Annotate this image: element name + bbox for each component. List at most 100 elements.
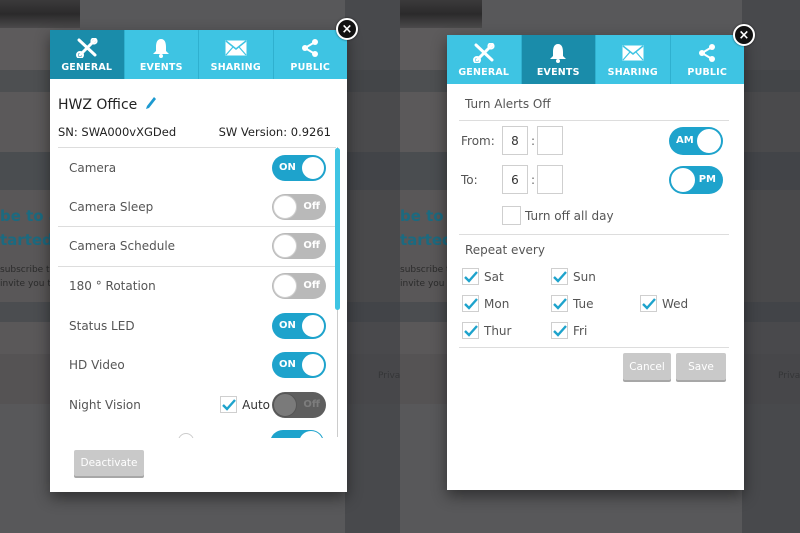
cancel-button[interactable]: Cancel — [623, 353, 671, 380]
subtext-line: invite you t — [400, 279, 451, 289]
toggle-text: Off — [303, 200, 320, 212]
day-label: Sun — [573, 269, 596, 284]
toggle-knob — [273, 194, 297, 219]
from-minute-input[interactable] — [537, 126, 563, 155]
day-checkbox[interactable] — [462, 295, 479, 312]
turn-alerts-off-title: Turn Alerts Off — [465, 97, 551, 111]
setting-row-partial — [58, 428, 336, 438]
tab-events[interactable]: EVENTS — [521, 35, 596, 84]
toggle-text: ON — [279, 161, 296, 173]
day-sun: Sun — [551, 268, 596, 285]
camera-schedule-toggle[interactable]: Off — [272, 233, 326, 260]
day-checkbox[interactable] — [551, 268, 568, 285]
from-label: From: — [461, 134, 495, 148]
software-version: SW Version: 0.9261 — [218, 125, 331, 139]
toggle-knob — [670, 167, 696, 193]
day-thur: Thur — [462, 322, 511, 339]
toggle-knob — [301, 313, 325, 338]
time-separator: : — [531, 173, 536, 187]
save-button[interactable]: Save — [676, 353, 726, 380]
rotation-toggle[interactable]: Off — [272, 273, 326, 300]
toggle-text: Off — [303, 240, 320, 252]
night-vision-auto-checkbox[interactable] — [220, 396, 238, 414]
day-label: Fri — [573, 323, 588, 338]
background-photo — [400, 0, 482, 28]
camera-toggle[interactable]: ON — [272, 154, 326, 181]
day-label: Thur — [484, 323, 512, 338]
toggle-text: AM — [676, 135, 694, 146]
to-hour-input[interactable]: 6 — [502, 165, 528, 194]
camera-settings-modal-general: × GENERAL EVENTS SHARING PUBLIC HWZ Offi… — [50, 18, 358, 492]
repeat-every-title: Repeat every — [465, 243, 545, 257]
subtext-line: subscribe t — [0, 265, 50, 275]
to-ampm-switch: PM — [669, 166, 723, 194]
tab-general[interactable]: GENERAL — [447, 35, 522, 84]
close-button[interactable]: × — [336, 18, 358, 40]
from-ampm-toggle[interactable]: AM — [669, 127, 723, 155]
tab-sharing[interactable]: SHARING — [596, 35, 671, 84]
toggle-knob — [301, 155, 325, 180]
setting-row-camera-schedule: Camera Schedule Off — [58, 227, 336, 267]
envelope-icon — [225, 37, 247, 59]
toggle-knob — [273, 234, 297, 259]
tab-general[interactable]: GENERAL — [50, 30, 125, 79]
day-sat: Sat — [462, 268, 504, 285]
tools-icon — [472, 42, 495, 64]
toggle-knob — [301, 353, 325, 378]
close-icon: × — [341, 21, 353, 37]
tab-label: SHARING — [210, 62, 261, 73]
subtext-line: invite you t — [0, 279, 51, 289]
to-minute-input[interactable] — [537, 165, 563, 194]
tab-sharing[interactable]: SHARING — [199, 30, 274, 79]
bell-icon — [152, 37, 170, 59]
day-checkbox[interactable] — [462, 322, 479, 339]
scrollbar-thumb[interactable] — [335, 148, 340, 310]
close-icon: × — [738, 27, 750, 43]
setting-row-night-vision: Night Vision Auto Off — [58, 385, 336, 425]
bg-shade — [345, 0, 400, 533]
camera-sleep-toggle[interactable]: Off — [272, 193, 326, 220]
background-photo — [0, 0, 80, 28]
settings-tabs: GENERAL EVENTS SHARING PUBLIC — [50, 30, 347, 79]
partial-toggle[interactable] — [270, 430, 324, 438]
edit-pencil-icon[interactable] — [145, 96, 157, 114]
setting-row-status-led: Status LED ON — [58, 306, 336, 346]
hd-video-toggle[interactable]: ON — [272, 352, 326, 379]
bell-icon — [549, 42, 567, 64]
from-ampm-switch: AM — [669, 127, 723, 155]
checkmark-icon — [552, 270, 567, 283]
day-checkbox[interactable] — [551, 295, 568, 312]
serial-number: SN: SWA000vXGDed — [58, 125, 177, 139]
status-led-toggle[interactable]: ON — [272, 312, 326, 339]
tab-public[interactable]: PUBLIC — [274, 30, 348, 79]
day-label: Sat — [484, 269, 504, 284]
night-vision-auto: Auto — [220, 396, 270, 414]
auto-label: Auto — [242, 397, 270, 412]
checkmark-icon — [463, 270, 478, 283]
night-vision-toggle[interactable]: Off — [272, 391, 326, 418]
to-ampm-toggle[interactable]: PM — [669, 166, 723, 194]
toggle-text: Off — [303, 398, 320, 410]
day-checkbox[interactable] — [462, 268, 479, 285]
camera-name-text: HWZ Office — [58, 97, 138, 113]
tab-events[interactable]: EVENTS — [125, 30, 199, 79]
toggle-text: ON — [279, 359, 296, 371]
deactivate-button[interactable]: Deactivate — [74, 450, 144, 476]
day-tue: Tue — [551, 295, 594, 312]
background-subtext: subscribe t invite you t — [400, 263, 451, 291]
tab-label: PUBLIC — [290, 62, 331, 73]
info-icon — [178, 433, 194, 438]
turn-off-all-day: Turn off all day — [502, 206, 614, 225]
day-checkbox[interactable] — [640, 295, 657, 312]
tab-label: EVENTS — [536, 67, 580, 78]
day-checkbox[interactable] — [551, 322, 568, 339]
from-hour-input[interactable]: 8 — [502, 126, 528, 155]
tab-public[interactable]: PUBLIC — [671, 35, 745, 84]
divider — [459, 234, 729, 235]
all-day-checkbox[interactable] — [502, 206, 521, 225]
checkmark-icon — [552, 297, 567, 310]
checkmark-icon — [221, 398, 236, 411]
close-button[interactable]: × — [733, 24, 755, 46]
tools-icon — [75, 37, 98, 59]
divider — [459, 120, 729, 121]
